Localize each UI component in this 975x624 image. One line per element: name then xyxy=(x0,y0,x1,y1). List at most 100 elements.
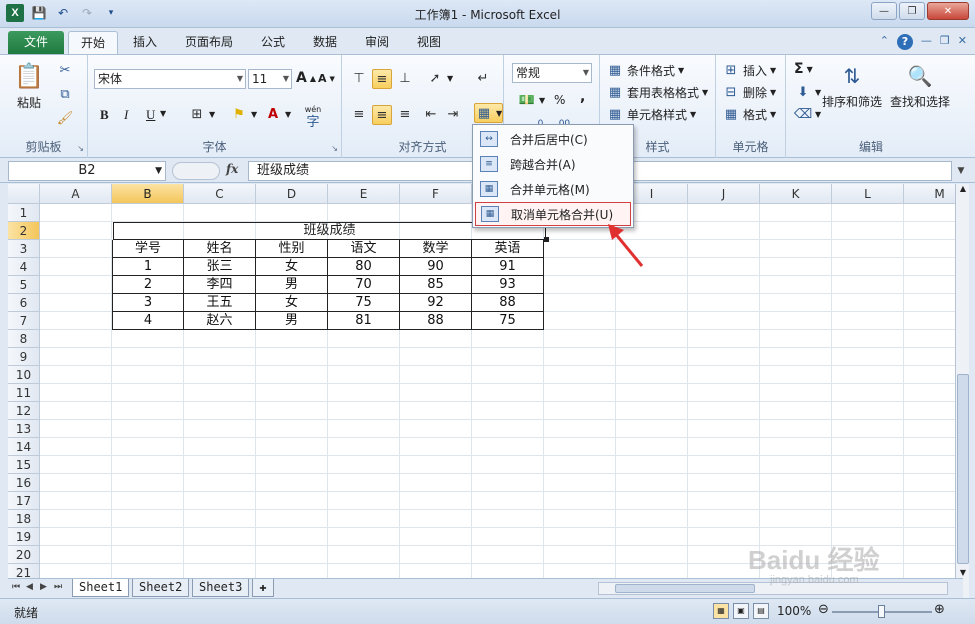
column-header-a[interactable]: A xyxy=(40,184,112,204)
row-header-5[interactable]: 5 xyxy=(8,276,40,294)
find-select-button[interactable]: 🔍 查找和选择 xyxy=(890,61,950,110)
font-size-select[interactable]: 11 ▼ xyxy=(248,69,292,89)
row-header-9[interactable]: 9 xyxy=(8,348,40,366)
normal-view-icon[interactable]: ▦ xyxy=(713,603,729,619)
restore-button[interactable]: ❐ xyxy=(899,2,925,20)
row-header-3[interactable]: 3 xyxy=(8,240,40,258)
table-cell[interactable]: 75 xyxy=(472,312,544,330)
format-as-table-button[interactable]: ▦ 套用表格格式 ▼ xyxy=(606,83,708,101)
table-cell[interactable]: 85 xyxy=(400,276,472,294)
zoom-out-icon[interactable]: ⊖ xyxy=(818,602,829,617)
tab-formulas[interactable]: 公式 xyxy=(252,31,294,54)
select-all-corner[interactable] xyxy=(8,184,40,204)
table-cell[interactable]: 男 xyxy=(256,276,328,294)
tab-review[interactable]: 审阅 xyxy=(356,31,398,54)
sort-filter-button[interactable]: ⇅ 排序和筛选 xyxy=(822,61,882,110)
row-header-16[interactable]: 16 xyxy=(8,474,40,492)
table-cell[interactable]: 王五 xyxy=(184,294,256,312)
table-cell[interactable]: 张三 xyxy=(184,258,256,276)
font-launcher-icon[interactable]: ↘ xyxy=(331,144,338,153)
format-painter-icon[interactable]: 🖌 xyxy=(56,109,74,127)
italic-button[interactable]: I xyxy=(124,107,128,123)
column-header-j[interactable]: J xyxy=(688,184,760,204)
align-bottom-icon[interactable]: ⊥ xyxy=(396,69,414,87)
minimize-workbook-icon[interactable]: — xyxy=(921,34,932,50)
clear-icon[interactable]: ⌫ ▼ xyxy=(794,105,821,123)
menu-merge-center[interactable]: ↔ 合并后居中(C) xyxy=(475,127,631,151)
table-cell[interactable]: 81 xyxy=(328,312,400,330)
collapse-ribbon-icon[interactable]: ⌃ xyxy=(880,34,889,50)
table-cell[interactable]: 70 xyxy=(328,276,400,294)
table-header-cell[interactable]: 性别 xyxy=(256,240,328,258)
table-cell[interactable]: 93 xyxy=(472,276,544,294)
table-cell[interactable]: 3 xyxy=(112,294,184,312)
column-header-d[interactable]: D xyxy=(256,184,328,204)
help-icon[interactable]: ? xyxy=(896,34,913,50)
column-header-l[interactable]: L xyxy=(832,184,904,204)
page-break-view-icon[interactable]: ▤ xyxy=(753,603,769,619)
row-header-8[interactable]: 8 xyxy=(8,330,40,348)
tab-insert[interactable]: 插入 xyxy=(124,31,166,54)
increase-indent-icon[interactable]: ⇥ xyxy=(444,105,462,123)
currency-icon[interactable]: 💵 ▼ xyxy=(518,91,545,109)
close-button[interactable]: ✕ xyxy=(927,2,969,20)
table-cell[interactable]: 李四 xyxy=(184,276,256,294)
phonetic-button[interactable]: wén 字 xyxy=(304,105,322,130)
column-header-c[interactable]: C xyxy=(184,184,256,204)
minimize-button[interactable]: — xyxy=(871,2,897,20)
clipboard-launcher-icon[interactable]: ↘ xyxy=(77,144,84,153)
align-top-icon[interactable]: ⊤ xyxy=(350,69,368,87)
horizontal-scroll-thumb[interactable] xyxy=(615,584,755,593)
row-header-6[interactable]: 6 xyxy=(8,294,40,312)
restore-workbook-icon[interactable]: ❐ xyxy=(940,34,950,50)
insert-function-button[interactable]: fx xyxy=(226,162,238,176)
percent-button[interactable]: % xyxy=(554,93,565,107)
sheet-tab-sheet1[interactable]: Sheet1 xyxy=(72,579,130,597)
row-header-15[interactable]: 15 xyxy=(8,456,40,474)
comma-button[interactable]: , xyxy=(580,89,585,105)
name-box[interactable]: B2 ▼ xyxy=(8,161,166,181)
orientation-icon[interactable]: ➚ ▼ xyxy=(426,69,454,87)
align-center-icon[interactable]: ≡ xyxy=(372,105,392,125)
table-header-cell[interactable]: 英语 xyxy=(472,240,544,258)
table-header-cell[interactable]: 姓名 xyxy=(184,240,256,258)
borders-button[interactable]: ⊞ ▼ xyxy=(188,105,216,123)
table-header-cell[interactable]: 数学 xyxy=(400,240,472,258)
column-header-k[interactable]: K xyxy=(760,184,832,204)
cut-icon[interactable]: ✂ xyxy=(56,61,74,79)
align-right-icon[interactable]: ≡ xyxy=(396,105,414,123)
fill-color-button[interactable]: ⚑ ▼ xyxy=(230,105,257,123)
column-header-b[interactable]: B xyxy=(112,184,184,204)
last-sheet-icon[interactable]: ⏭ xyxy=(54,582,62,592)
menu-merge-across[interactable]: ≡ 跨越合并(A) xyxy=(475,152,631,176)
scroll-up-icon[interactable]: ▲ xyxy=(957,184,969,198)
row-header-20[interactable]: 20 xyxy=(8,546,40,564)
close-workbook-icon[interactable]: ✕ xyxy=(958,34,967,50)
copy-icon[interactable]: ⧉ xyxy=(56,85,74,103)
row-header-13[interactable]: 13 xyxy=(8,420,40,438)
table-cell[interactable]: 4 xyxy=(112,312,184,330)
underline-dropdown-icon[interactable]: ▼ xyxy=(160,109,166,118)
tab-data[interactable]: 数据 xyxy=(304,31,346,54)
shrink-font-button[interactable]: A ▼ xyxy=(318,72,335,85)
table-header-cell[interactable]: 语文 xyxy=(328,240,400,258)
tab-view[interactable]: 视图 xyxy=(408,31,450,54)
fill-handle[interactable] xyxy=(544,237,549,242)
font-color-button[interactable]: A ▼ xyxy=(264,105,291,123)
prev-sheet-icon[interactable]: ◀ xyxy=(26,582,33,592)
bold-button[interactable]: B xyxy=(100,107,109,123)
table-header-cell[interactable]: 学号 xyxy=(112,240,184,258)
first-sheet-icon[interactable]: ⏮ xyxy=(12,582,20,592)
row-header-12[interactable]: 12 xyxy=(8,402,40,420)
vertical-scrollbar[interactable]: ▲ ▼ xyxy=(955,184,969,598)
row-header-11[interactable]: 11 xyxy=(8,384,40,402)
row-header-1[interactable]: 1 xyxy=(8,204,40,222)
table-cell[interactable]: 88 xyxy=(400,312,472,330)
tab-page-layout[interactable]: 页面布局 xyxy=(176,31,242,54)
page-layout-view-icon[interactable]: ▣ xyxy=(733,603,749,619)
row-header-4[interactable]: 4 xyxy=(8,258,40,276)
align-left-icon[interactable]: ≡ xyxy=(350,105,368,123)
cell-styles-button[interactable]: ▦ 单元格样式 ▼ xyxy=(606,105,696,123)
decrease-indent-icon[interactable]: ⇤ xyxy=(422,105,440,123)
table-cell[interactable]: 男 xyxy=(256,312,328,330)
